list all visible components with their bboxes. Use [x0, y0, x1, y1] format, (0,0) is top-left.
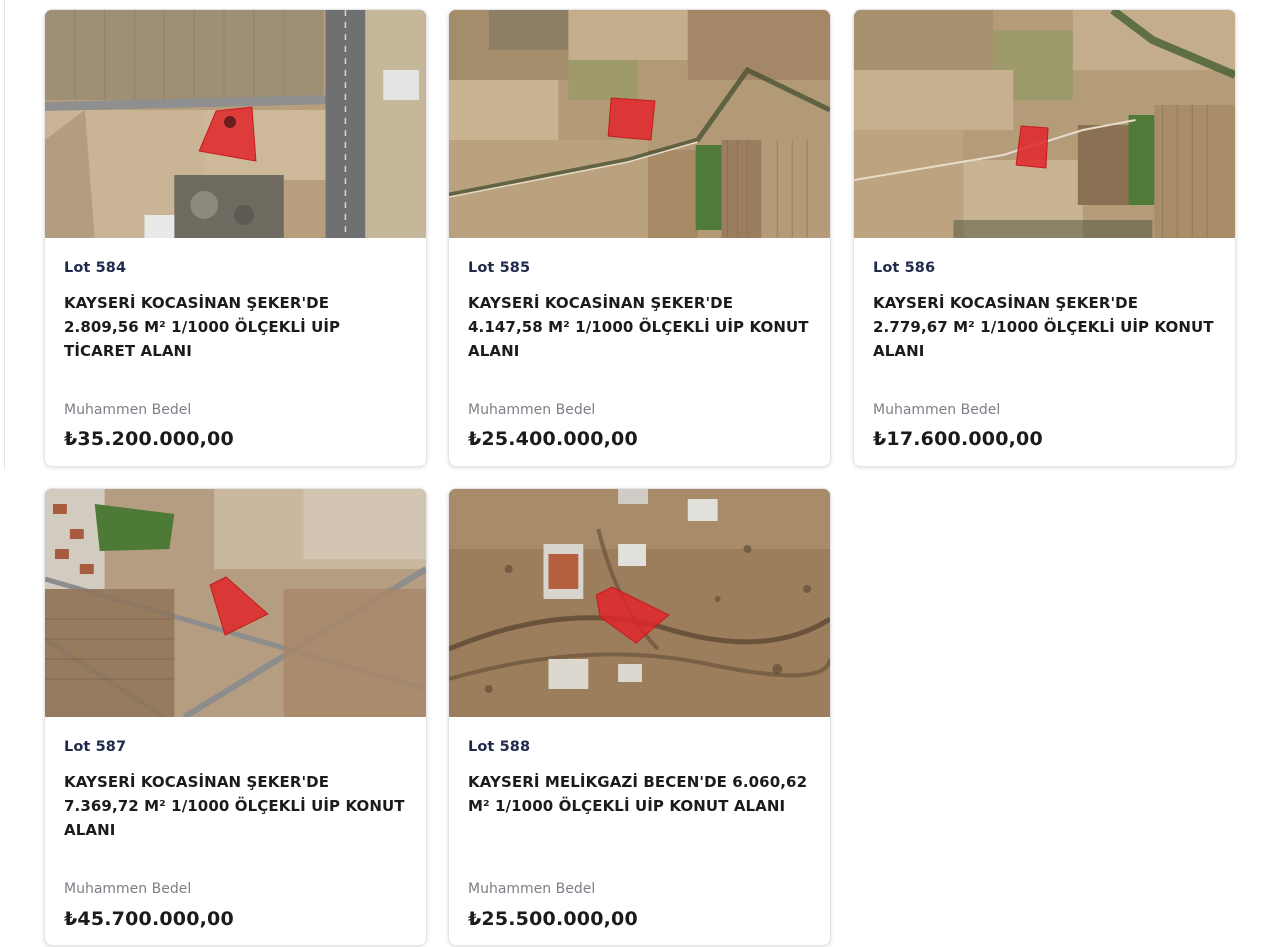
price-label: Muhammen Bedel [64, 881, 192, 897]
lot-card[interactable]: Lot 588 KAYSERİ MELİKGAZİ BECEN'DE 6.060… [448, 488, 831, 946]
parcel-satellite-image[interactable] [45, 489, 426, 717]
sidebar-edge [0, 0, 5, 470]
lot-card[interactable]: Lot 585 KAYSERİ KOCASİNAN ŞEKER'DE 4.147… [448, 9, 831, 467]
lot-card-body: Lot 584 KAYSERİ KOCASİNAN ŞEKER'DE 2.809… [64, 238, 407, 466]
price-label: Muhammen Bedel [64, 402, 192, 418]
parcel-satellite-image[interactable] [449, 10, 830, 238]
price-value: ₺35.200.000,00 [64, 428, 234, 450]
lot-card-body: Lot 586 KAYSERİ KOCASİNAN ŞEKER'DE 2.779… [873, 238, 1216, 466]
lot-grid: Lot 584 KAYSERİ KOCASİNAN ŞEKER'DE 2.809… [44, 9, 1237, 947]
lot-card[interactable]: Lot 586 KAYSERİ KOCASİNAN ŞEKER'DE 2.779… [853, 9, 1236, 467]
lot-title[interactable]: KAYSERİ KOCASİNAN ŞEKER'DE 4.147,58 M² 1… [468, 291, 811, 363]
lot-card-body: Lot 587 KAYSERİ KOCASİNAN ŞEKER'DE 7.369… [64, 717, 407, 945]
price-label: Muhammen Bedel [468, 881, 596, 897]
lot-number[interactable]: Lot 588 [468, 739, 530, 755]
price-label: Muhammen Bedel [468, 402, 596, 418]
lot-title[interactable]: KAYSERİ KOCASİNAN ŞEKER'DE 7.369,72 M² 1… [64, 770, 407, 842]
price-label: Muhammen Bedel [873, 402, 1001, 418]
lot-number[interactable]: Lot 586 [873, 260, 935, 276]
lot-number[interactable]: Lot 585 [468, 260, 530, 276]
listing-page: Lot 584 KAYSERİ KOCASİNAN ŞEKER'DE 2.809… [0, 0, 1280, 947]
lot-card[interactable]: Lot 584 KAYSERİ KOCASİNAN ŞEKER'DE 2.809… [44, 9, 427, 467]
price-value: ₺45.700.000,00 [64, 908, 234, 930]
price-value: ₺17.600.000,00 [873, 428, 1043, 450]
price-value: ₺25.500.000,00 [468, 908, 638, 930]
lot-title[interactable]: KAYSERİ MELİKGAZİ BECEN'DE 6.060,62 M² 1… [468, 770, 811, 818]
parcel-satellite-image[interactable] [45, 10, 426, 238]
lot-number[interactable]: Lot 584 [64, 260, 126, 276]
lot-number[interactable]: Lot 587 [64, 739, 126, 755]
lot-title[interactable]: KAYSERİ KOCASİNAN ŞEKER'DE 2.779,67 M² 1… [873, 291, 1216, 363]
price-value: ₺25.400.000,00 [468, 428, 638, 450]
lot-card[interactable]: Lot 587 KAYSERİ KOCASİNAN ŞEKER'DE 7.369… [44, 488, 427, 946]
lot-title[interactable]: KAYSERİ KOCASİNAN ŞEKER'DE 2.809,56 M² 1… [64, 291, 407, 363]
lot-card-body: Lot 588 KAYSERİ MELİKGAZİ BECEN'DE 6.060… [468, 717, 811, 945]
parcel-satellite-image[interactable] [449, 489, 830, 717]
lot-card-body: Lot 585 KAYSERİ KOCASİNAN ŞEKER'DE 4.147… [468, 238, 811, 466]
parcel-satellite-image[interactable] [854, 10, 1235, 238]
